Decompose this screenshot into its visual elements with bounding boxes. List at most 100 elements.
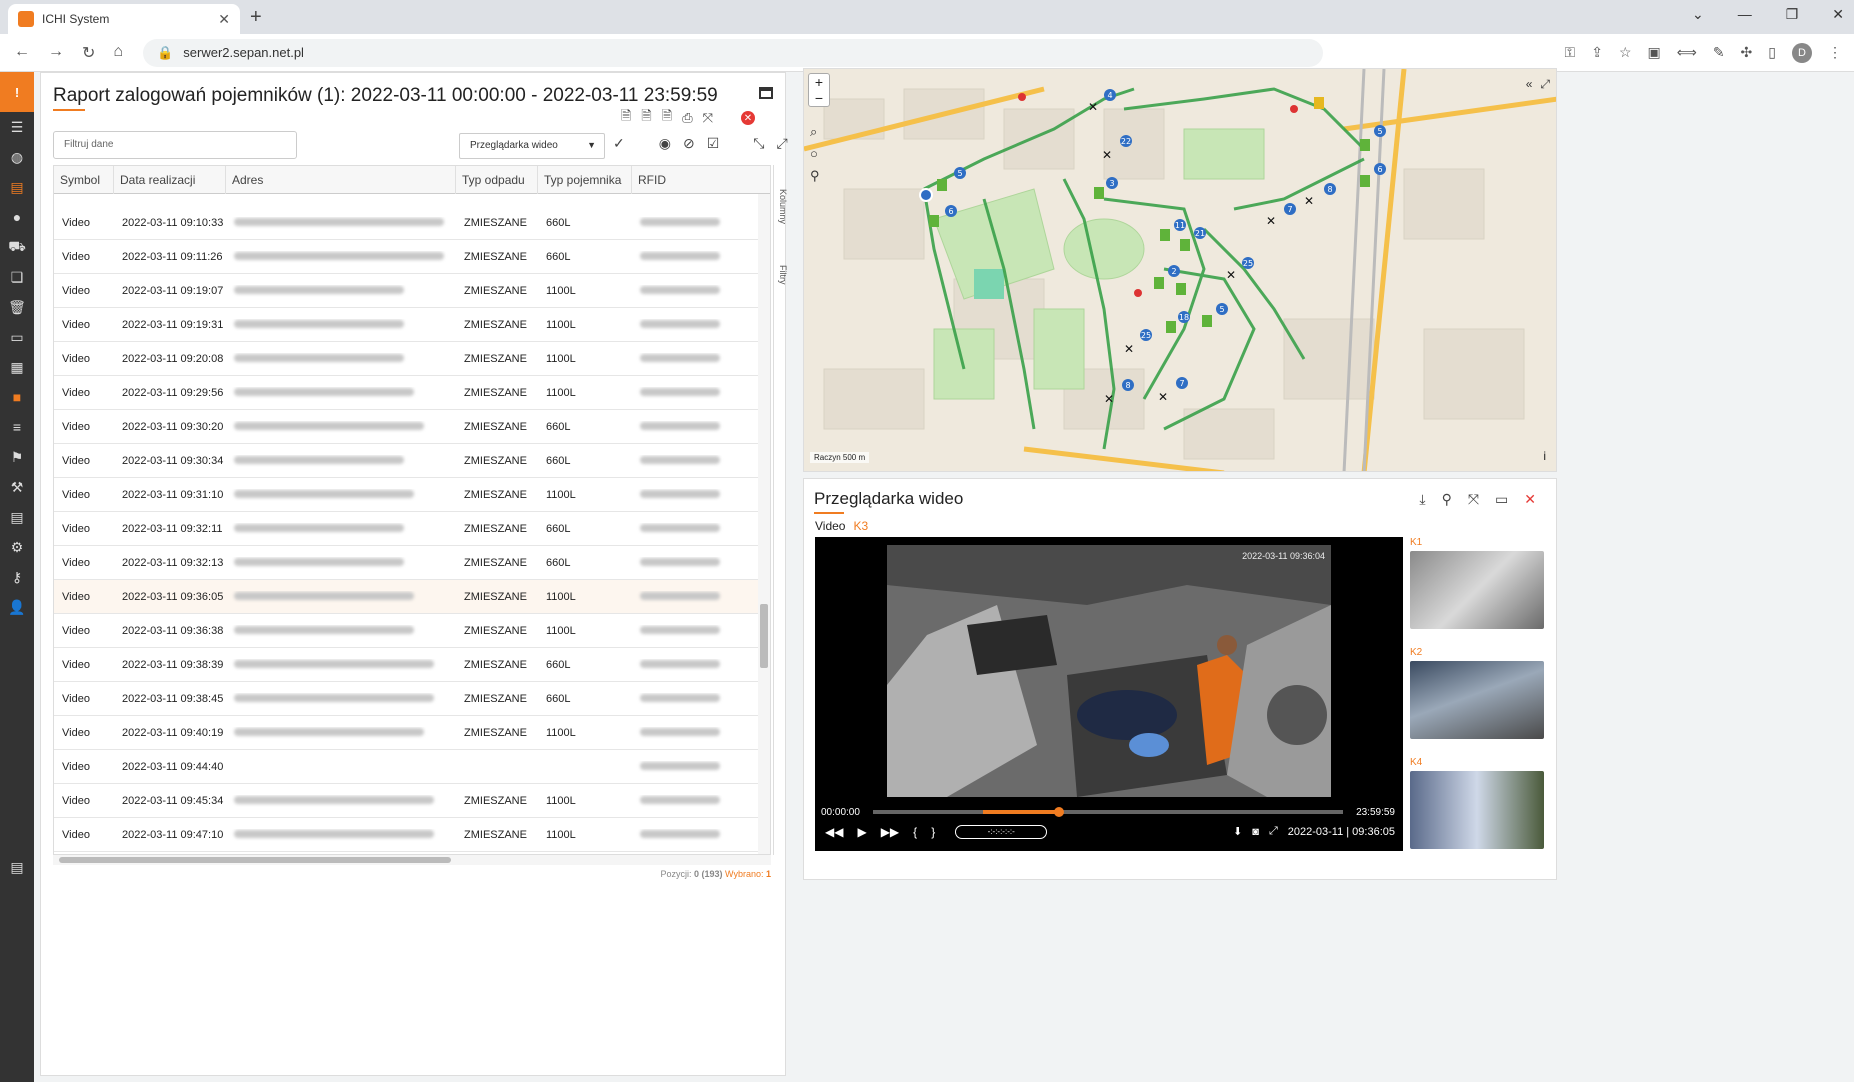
map-info-icon[interactable]: i [1543,449,1546,463]
table-row[interactable]: Video 2022-03-11 09:47:10 ZMIESZANE 1100L [54,818,770,852]
table-row[interactable]: Video 2022-03-11 09:19:07 ZMIESZANE 1100L [54,274,770,308]
minimize-icon[interactable]: — [1738,6,1752,23]
calendar-icon[interactable]: ▦ [0,352,34,382]
video-download-icon[interactable]: ⬇ [1233,825,1242,838]
zoom-out-icon[interactable]: − [809,90,829,106]
reload-icon[interactable]: ↻ [82,43,95,63]
close-report-icon[interactable]: ✕ [741,111,755,125]
new-tab-icon[interactable]: + [250,6,262,29]
puzzle-icon[interactable]: ✣ [1741,44,1753,61]
table-row[interactable]: Video 2022-03-11 09:19:31 ZMIESZANE 1100L [54,308,770,342]
url-field[interactable]: 🔒 serwer2.sepan.net.pl [143,38,1324,67]
camera-thumb-k2[interactable] [1410,661,1544,739]
key-admin-icon[interactable]: ⚷ [0,562,34,592]
sliders-icon[interactable]: ≡ [0,412,34,442]
speed-selector[interactable]: -:-:-:-:-:- [955,825,1048,839]
table-row[interactable]: Video 2022-03-11 09:40:19 ZMIESZANE 1100L [54,716,770,750]
col-container-type[interactable]: Typ pojemnika [538,166,632,194]
table-row[interactable]: Video 2022-03-11 09:30:34 ZMIESZANE 660L [54,444,770,478]
collapse-left-icon[interactable]: « [1526,77,1533,92]
pen-extension-icon[interactable]: ✎ [1713,44,1725,61]
settings-icon[interactable]: ⚙ [0,532,34,562]
print-icon[interactable]: ⎙ [682,110,692,126]
video-fullscreen-icon[interactable]: ⤧ [1468,491,1479,508]
close-video-icon[interactable]: ✕ [1524,491,1536,508]
scroll-thumb[interactable] [760,604,768,668]
mark-out-icon[interactable]: } [931,825,935,839]
alert-icon[interactable]: ● [0,202,34,232]
camera-thumb-k4[interactable] [1410,771,1544,849]
checkbox-icon[interactable]: ☑ [707,135,720,152]
fast-forward-icon[interactable]: ▶▶ [881,825,899,839]
download-icon[interactable]: ⤓ [1419,491,1425,508]
report-icon[interactable]: ▤ [0,172,34,202]
extension-icon[interactable]: ▣ [1648,44,1661,61]
col-address[interactable]: Adres [226,166,456,194]
table-row[interactable]: Video 2022-03-11 09:30:20 ZMIESZANE 660L [54,410,770,444]
vertical-scrollbar[interactable] [758,194,770,854]
col-date[interactable]: Data realizacji [114,166,226,194]
app-logo-icon[interactable]: ! [0,72,34,112]
forward-icon[interactable]: → [48,43,64,63]
rewind-icon[interactable]: ◀◀ [825,825,843,839]
table-row[interactable]: Video 2022-03-11 09:38:39 ZMIESZANE 660L [54,648,770,682]
tab-search-icon[interactable]: ⌄ [1692,6,1704,23]
table-row[interactable]: Video 2022-03-11 09:20:08 ZMIESZANE 1100L [54,342,770,376]
restore-icon[interactable]: ❐ [1786,6,1799,23]
map-view[interactable]: 4 5 6 3 22 5 6 8 7 11 21 2 25 18 5 25 8 … [803,68,1557,472]
key-icon[interactable]: ⚿ [1565,44,1576,61]
route-icon[interactable]: ⚑ [0,442,34,472]
map-search-icon[interactable]: ⌕ [810,121,820,143]
col-symbol[interactable]: Symbol [54,166,114,194]
notes-icon[interactable]: ▤ [0,852,34,882]
col-rfid[interactable]: RFID [632,166,760,194]
table-row[interactable]: Video 2022-03-11 09:45:34 ZMIESZANE 1100L [54,784,770,818]
check-icon[interactable]: ✓ [613,135,625,152]
video-icon[interactable]: ■ [0,382,34,412]
id-card-icon[interactable]: ▤ [0,502,34,532]
truck-icon[interactable]: ⛟ [0,232,34,262]
table-row[interactable]: Video 2022-03-11 09:44:40 [54,750,770,784]
user-icon[interactable]: 👤 [0,592,34,622]
table-row[interactable]: Video 2022-03-11 09:32:11 ZMIESZANE 660L [54,512,770,546]
table-row[interactable]: Video 2022-03-11 09:31:10 ZMIESZANE 1100L [54,478,770,512]
export-xls-icon[interactable]: 🗎 [641,107,651,129]
browser-menu-icon[interactable]: ⋮ [1828,44,1842,61]
zoom-in-icon[interactable]: + [809,74,829,90]
hammer-icon[interactable]: ⚒ [0,472,34,502]
mark-in-icon[interactable]: { [913,825,917,839]
timeline-slider[interactable] [873,807,1343,817]
sidepanel-icon[interactable]: ▯ [1768,44,1776,61]
share-icon[interactable]: ⇪ [1591,44,1603,61]
archive-icon[interactable]: ▭ [0,322,34,352]
close-tab-icon[interactable]: ✕ [218,11,230,28]
list-icon[interactable]: ☰ [0,112,34,142]
browser-tab[interactable]: ICHI System ✕ [8,4,240,34]
table-row[interactable]: Video 2022-03-11 09:38:45 ZMIESZANE 660L [54,682,770,716]
filters-tab[interactable]: Filtry [774,265,788,285]
map-pin-icon[interactable]: ⚲ [810,165,820,187]
timeline-knob[interactable] [1053,807,1064,817]
window-minimize-icon[interactable] [759,87,773,99]
location-icon[interactable]: ⚲ [1442,491,1452,508]
close-window-icon[interactable]: ✕ [1832,6,1844,23]
table-row[interactable]: Video 2022-03-11 09:11:26 ZMIESZANE 660L [54,240,770,274]
col-waste-type[interactable]: Typ odpadu [456,166,538,194]
filter-input[interactable]: Filtruj dane [53,131,297,159]
video-minimize-icon[interactable]: ▭ [1495,491,1508,508]
collapse-icon[interactable]: ⤡ [753,135,764,152]
table-row[interactable]: Video 2022-03-11 09:29:56 ZMIESZANE 1100L [54,376,770,410]
view-select[interactable]: Przeglądarka wideo ▼ [459,133,605,159]
export-doc-icon[interactable]: 🗎 [621,107,631,129]
home-icon[interactable]: ⌂ [113,43,123,63]
table-row[interactable]: Video 2022-03-11 09:32:13 ZMIESZANE 660L [54,546,770,580]
back-icon[interactable]: ← [14,43,30,63]
expand-icon[interactable]: ⤢ [776,135,787,152]
star-icon[interactable]: ☆ [1619,44,1632,61]
trash-icon[interactable]: 🗑 [0,292,34,322]
video-player[interactable]: 2022-03-11 09:36:04 00:00:00 23:59:59 ◀◀… [815,537,1403,851]
columns-tab[interactable]: Kolumny [774,189,788,224]
hscroll-thumb[interactable] [59,857,451,863]
documents-icon[interactable]: ❏ [0,262,34,292]
map-expand-icon[interactable]: ⤢ [1540,77,1550,92]
